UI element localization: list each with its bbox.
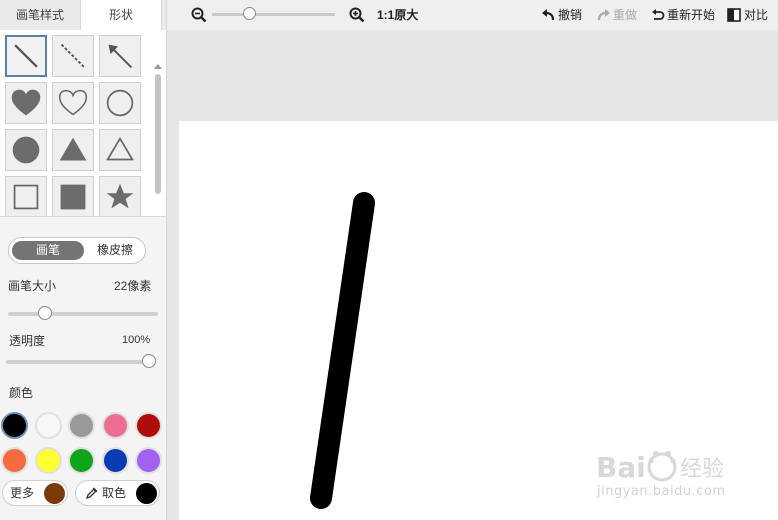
svg-text:经验: 经验 bbox=[680, 457, 724, 482]
triangle-outline-icon bbox=[106, 136, 134, 161]
color-swatch[interactable] bbox=[135, 412, 162, 439]
redo-button[interactable]: 重做 bbox=[613, 0, 637, 30]
circle-filled-icon bbox=[12, 136, 40, 164]
circle-outline-icon bbox=[106, 89, 134, 117]
undo-button[interactable]: 撤销 bbox=[558, 0, 582, 30]
opacity-label: 透明度 bbox=[9, 334, 46, 348]
picked-color-preview bbox=[136, 483, 157, 504]
brush-size-value: 22像素 bbox=[114, 279, 152, 293]
zoom-out-icon[interactable] bbox=[191, 7, 207, 23]
dashed-line-icon bbox=[60, 43, 86, 69]
shape-circle-outline[interactable] bbox=[99, 82, 141, 124]
left-panel: 画笔样式 形状 画笔 橡皮擦 画笔大小 22像素 透明度 100% 颜色 更多 … bbox=[0, 0, 167, 520]
top-toolbar: 1:1原大 撤销 重做 重新开始 对比 bbox=[167, 0, 778, 30]
shape-dashed-line[interactable] bbox=[52, 35, 94, 77]
zoom-slider[interactable] bbox=[212, 13, 335, 16]
color-swatch[interactable] bbox=[34, 447, 62, 474]
heart-outline-icon bbox=[58, 89, 88, 116]
restart-button[interactable]: 重新开始 bbox=[667, 0, 715, 30]
color-swatch[interactable] bbox=[34, 412, 62, 439]
redo-icon bbox=[597, 9, 610, 21]
eyedropper-icon bbox=[85, 487, 98, 500]
color-swatch[interactable] bbox=[68, 412, 95, 439]
shape-scrollbar[interactable] bbox=[153, 64, 163, 216]
zoom-knob[interactable] bbox=[243, 7, 256, 20]
shape-circle-filled[interactable] bbox=[5, 129, 47, 171]
compare-icon bbox=[727, 8, 741, 22]
opacity-slider[interactable] bbox=[6, 360, 156, 364]
more-colors-button[interactable]: 更多 bbox=[2, 480, 68, 506]
brush-size-slider[interactable] bbox=[8, 312, 158, 316]
square-filled-icon bbox=[60, 184, 86, 210]
opacity-knob[interactable] bbox=[142, 354, 156, 368]
shape-heart-outline[interactable] bbox=[52, 82, 94, 124]
shape-star-filled[interactable] bbox=[99, 176, 141, 216]
triangle-filled-icon bbox=[59, 137, 87, 161]
color-swatch[interactable] bbox=[101, 412, 129, 439]
scroll-thumb[interactable] bbox=[155, 74, 161, 194]
heart-filled-icon bbox=[11, 89, 41, 116]
tab-brush-style[interactable]: 画笔样式 bbox=[0, 0, 80, 30]
zoom-in-icon[interactable] bbox=[349, 7, 365, 23]
shape-square-outline[interactable] bbox=[5, 176, 47, 216]
shape-arrow[interactable] bbox=[99, 35, 141, 77]
watermark-url: jingyan.baidu.com bbox=[597, 484, 726, 499]
compare-button[interactable]: 对比 bbox=[744, 0, 768, 30]
color-swatch[interactable] bbox=[68, 447, 95, 474]
more-color-preview bbox=[44, 483, 65, 504]
scroll-up-icon[interactable] bbox=[154, 64, 162, 69]
actual-size-button[interactable]: 1:1原大 bbox=[377, 0, 418, 30]
arrow-icon bbox=[108, 44, 133, 69]
brush-mode-button[interactable]: 画笔 bbox=[12, 241, 84, 260]
shape-triangle-outline[interactable] bbox=[99, 129, 141, 171]
restart-icon bbox=[652, 9, 665, 20]
shape-square-filled[interactable] bbox=[52, 176, 94, 216]
brush-size-knob[interactable] bbox=[37, 306, 52, 320]
opacity-value: 100% bbox=[122, 334, 151, 346]
tab-bar: 画笔样式 形状 bbox=[0, 0, 166, 31]
color-label: 颜色 bbox=[9, 386, 34, 400]
shape-line[interactable] bbox=[5, 35, 47, 77]
eyedropper-label: 取色 bbox=[102, 486, 127, 500]
undo-icon bbox=[542, 9, 555, 21]
color-swatch[interactable] bbox=[1, 447, 28, 474]
tab-shapes[interactable]: 形状 bbox=[80, 0, 162, 31]
more-colors-label: 更多 bbox=[10, 486, 35, 500]
mode-toggle: 画笔 橡皮擦 bbox=[8, 237, 146, 264]
eyedropper-button[interactable]: 取色 bbox=[75, 480, 160, 506]
color-swatch[interactable] bbox=[135, 447, 162, 474]
shape-heart-filled[interactable] bbox=[5, 82, 47, 124]
shape-triangle-filled[interactable] bbox=[52, 129, 94, 171]
eraser-mode-button[interactable]: 橡皮擦 bbox=[87, 241, 143, 260]
brush-size-label: 画笔大小 bbox=[8, 279, 57, 293]
shape-grid bbox=[0, 30, 166, 217]
color-swatch[interactable] bbox=[101, 447, 129, 474]
svg-text:Bai: Bai bbox=[596, 451, 646, 484]
star-filled-icon bbox=[106, 183, 134, 209]
square-outline-icon bbox=[13, 184, 39, 210]
color-swatch[interactable] bbox=[1, 412, 28, 439]
line-icon bbox=[14, 44, 38, 68]
